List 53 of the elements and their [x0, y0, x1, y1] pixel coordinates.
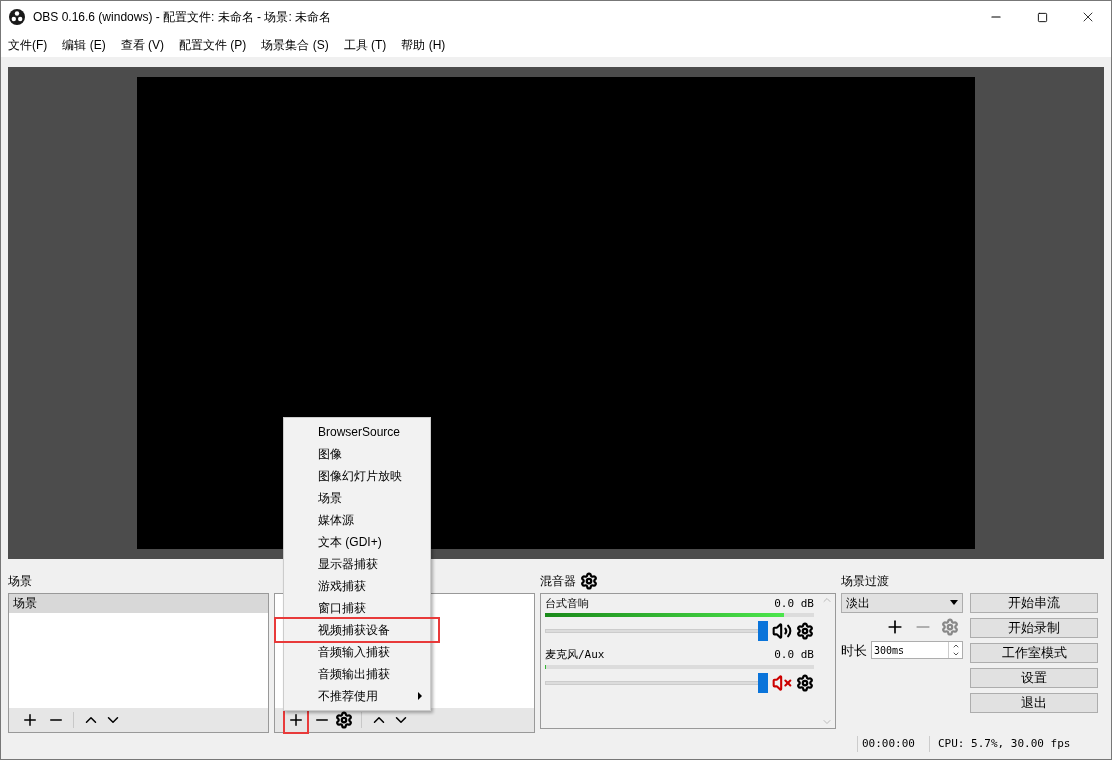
menu-item[interactable]: 场景集合 (S): [261, 35, 329, 54]
channel-name: 麦克风/Aux: [545, 647, 605, 664]
menu-item[interactable]: 文本 (GDI+): [284, 531, 430, 553]
menu-item[interactable]: 工具 (T): [343, 35, 387, 54]
volume-slider[interactable]: [545, 672, 768, 693]
control-button[interactable]: 退出: [970, 692, 1098, 713]
panel-title: 混音器: [540, 572, 576, 590]
menu-item[interactable]: 场景: [284, 487, 430, 509]
performance-stats: CPU: 5.7%, 30.00 fps: [929, 735, 1081, 753]
speaker-icon[interactable]: [772, 621, 792, 642]
duration-label: 时长: [841, 641, 867, 660]
control-button[interactable]: 设置: [970, 667, 1098, 688]
channel-name: 台式音响: [545, 595, 589, 612]
menu-item[interactable]: 音频输出捕获: [284, 663, 430, 685]
menu-item[interactable]: 图像: [284, 443, 430, 465]
panel-title: 场景过渡: [841, 572, 890, 590]
menu-item[interactable]: 编辑 (E): [62, 35, 106, 54]
menu-item[interactable]: 音频输入捕获: [284, 641, 430, 663]
volume-slider[interactable]: [545, 621, 768, 642]
settings-icon[interactable]: [796, 673, 814, 692]
channel-level-reading: 0.0 dB: [774, 647, 814, 664]
menu-item[interactable]: 游戏捕获: [284, 575, 430, 597]
menu-item[interactable]: 帮助 (H): [401, 35, 446, 54]
transition-dropdown[interactable]: 淡出: [841, 592, 963, 613]
menu-item[interactable]: 查看 (V): [120, 35, 164, 54]
stream-time: 00:00:00: [857, 735, 929, 753]
slider-thumb[interactable]: [758, 621, 768, 642]
control-button[interactable]: 工作室模式: [970, 642, 1098, 663]
menu-item[interactable]: 视频捕获设备: [276, 619, 438, 641]
menu-item[interactable]: 图像幻灯片放映: [284, 465, 430, 487]
menu-item[interactable]: 不推荐使用: [284, 685, 430, 707]
menu-item[interactable]: 媒体源: [284, 509, 430, 531]
maximize-icon: [1036, 11, 1048, 23]
properties-icon[interactable]: [335, 711, 353, 730]
menu-item[interactable]: 文件(F): [8, 35, 48, 54]
control-button[interactable]: 开始串流: [970, 592, 1098, 613]
muted-speaker-icon[interactable]: [772, 672, 792, 693]
menu-item[interactable]: BrowserSource: [284, 421, 430, 443]
window-title: OBS 0.16.6 (windows) - 配置文件: 未命名 - 场景: 未命名: [33, 9, 332, 26]
slider-thumb[interactable]: [758, 672, 768, 693]
settings-icon[interactable]: [580, 571, 598, 590]
scene-item[interactable]: 场景: [9, 593, 268, 613]
channel-level-reading: 0.0 dB: [774, 595, 814, 612]
submenu-arrow-icon: [418, 692, 422, 700]
control-button[interactable]: 开始录制: [970, 617, 1098, 638]
caret-icon: [950, 600, 958, 606]
app-logo-icon: [9, 9, 25, 25]
menu-item[interactable]: 窗口捕获: [284, 597, 430, 619]
settings-icon[interactable]: [796, 622, 814, 641]
menu-item[interactable]: 显示器捕获: [284, 553, 430, 575]
menu-item[interactable]: 配置文件 (P): [179, 35, 247, 54]
panel-title: 场景: [8, 572, 33, 590]
duration-spinbox[interactable]: 300ms: [871, 641, 963, 660]
